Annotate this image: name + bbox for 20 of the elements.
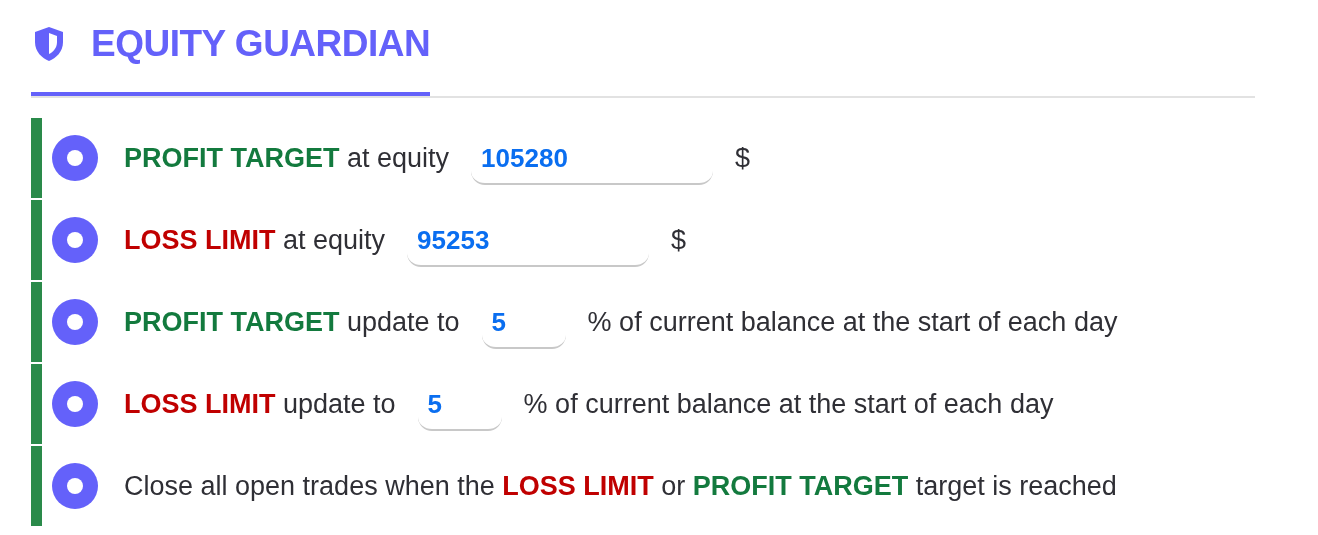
setting-text: PROFIT TARGET at equity	[124, 142, 450, 174]
ring-icon	[52, 463, 98, 509]
ring-icon	[52, 299, 98, 345]
ring-icon	[52, 135, 98, 181]
ring-icon	[52, 381, 98, 427]
number-field[interactable]: 105280	[471, 139, 714, 185]
setting-text: Close all open trades when the LOSS LIMIT or PROFIT TARGET target is reached	[124, 470, 1117, 502]
setting-text: $	[735, 142, 751, 174]
ring-icon	[52, 217, 98, 263]
number-field[interactable]: 5	[481, 303, 566, 349]
setting-text: LOSS LIMIT update to	[124, 388, 396, 420]
setting-text: $	[671, 224, 687, 256]
setting-text: LOSS LIMIT at equity	[124, 224, 386, 256]
number-field[interactable]: 95253	[407, 221, 650, 267]
header-tab[interactable]: EQUITY GUARDIAN	[31, 0, 431, 96]
shield-icon	[33, 26, 65, 62]
setting-text: PROFIT TARGET update to	[124, 306, 460, 338]
number-field[interactable]: 5	[417, 385, 502, 431]
setting-text: % of current balance at the start of each day	[523, 388, 1054, 420]
setting-text: % of current balance at the start of each day	[587, 306, 1118, 338]
